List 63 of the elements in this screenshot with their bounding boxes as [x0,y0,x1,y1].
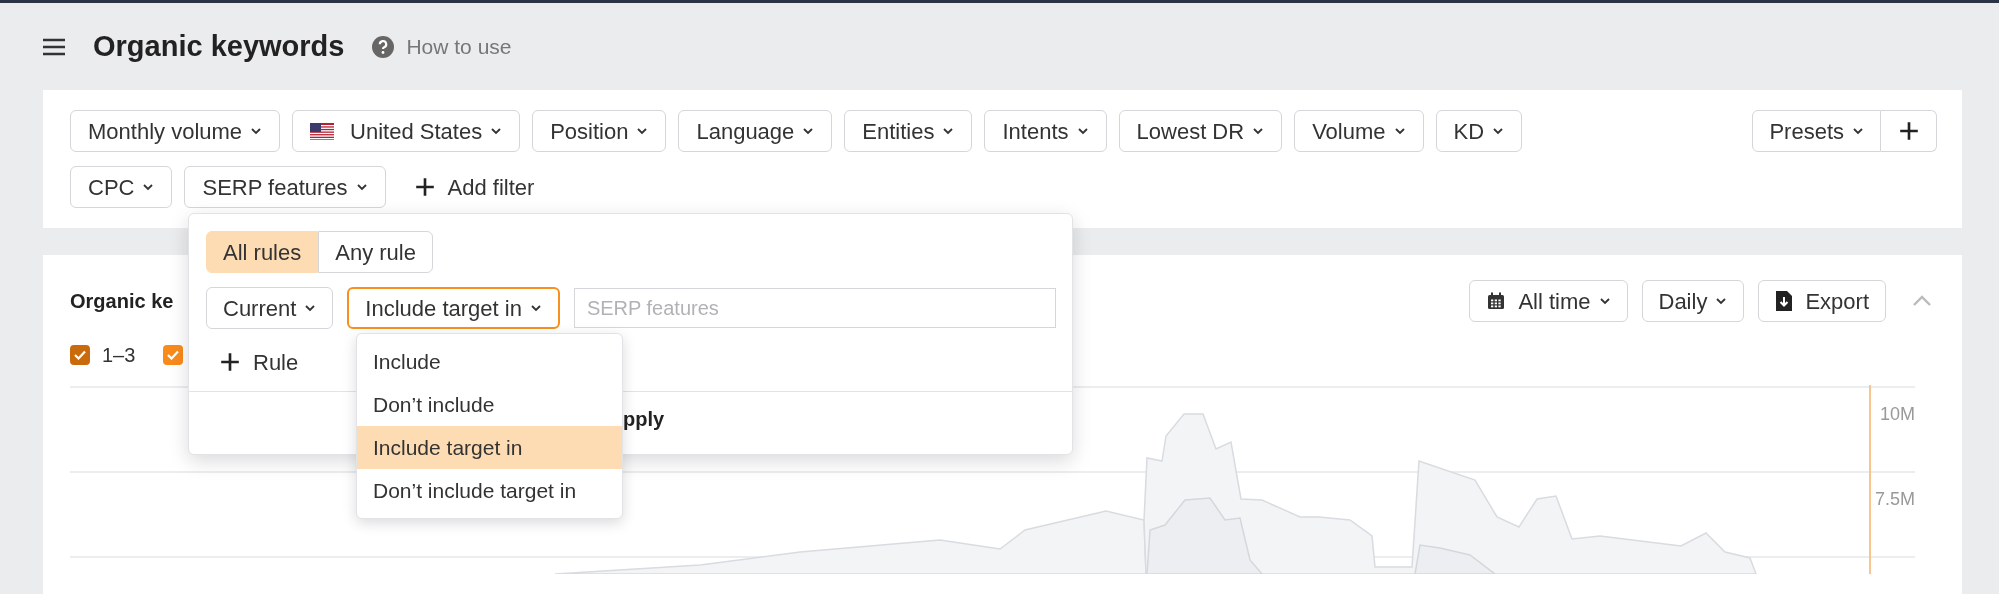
period-dropdown[interactable]: Daily [1641,280,1745,322]
match-tab[interactable]: Any rule [318,231,433,273]
filter-dropdown[interactable]: Language [678,110,833,152]
caret-icon [636,127,649,135]
add-preset-button[interactable] [1881,110,1937,152]
menu-item[interactable]: Don’t include [357,383,622,426]
period-dropdown[interactable]: All time [1469,280,1628,322]
caret-icon [1252,127,1265,135]
filter-dropdown[interactable]: Position [532,110,667,152]
check-icon [74,350,86,360]
presets-dropdown[interactable]: Presets [1752,110,1881,152]
check-icon [167,350,180,360]
caret-icon [802,127,815,135]
apply-button[interactable]: pply [623,403,665,434]
caret-icon [1852,127,1864,135]
caret-icon [1492,127,1505,135]
filter-dropdown[interactable]: Monthly volume [70,110,281,152]
filter-dropdown[interactable]: Volume [1294,110,1424,152]
caret-icon [1715,297,1728,305]
plus-icon [1897,120,1920,142]
download-icon [1775,290,1794,312]
menu-item[interactable]: Include target in [357,426,622,469]
caret-icon [355,183,368,191]
axis-label: 10M [1880,404,1915,424]
caret-icon [529,304,542,312]
axis-label: 7.5M [1874,489,1915,509]
caret-icon [1598,297,1611,305]
legend-checkbox[interactable] [163,345,184,365]
serp-features-field[interactable]: SERP features [573,288,1056,328]
condition-dropdown[interactable]: Include target in [347,287,560,329]
filter-dropdown[interactable]: KD [1435,110,1523,152]
filter-dropdown[interactable]: SERP features [184,166,386,208]
calendar-icon [1486,291,1507,311]
filter-dropdown[interactable]: United States [292,110,521,152]
caret-icon [142,183,155,191]
help-icon [372,35,395,58]
export-button[interactable]: Export [1758,280,1886,322]
page-title: Organic keywords [93,28,345,64]
filter-dropdown[interactable]: Intents [984,110,1107,152]
menu-item[interactable]: Include [357,340,622,383]
scope-dropdown[interactable]: Current [206,287,334,329]
plus-icon [413,176,436,198]
caret-icon [1076,127,1089,135]
menu-item[interactable]: Don’t include target in [357,469,622,512]
add-rule-button[interactable]: Rule [219,341,299,383]
plus-icon [219,351,241,373]
help-link[interactable]: How to use [406,30,512,63]
match-tab[interactable]: All rules [206,231,319,273]
caret-icon [250,127,263,135]
caret-icon [490,127,503,135]
menu-icon[interactable] [43,37,65,56]
caret-icon [1393,127,1406,135]
filter-dropdown[interactable]: Lowest DR [1118,110,1283,152]
panel-title: Organic ke [70,289,174,314]
legend-label: 1–3 [102,343,136,368]
caret-icon [304,304,317,312]
filter-dropdown[interactable]: Entities [844,110,973,152]
flag-icon [310,122,335,140]
add-filter-button[interactable]: Add filter [397,166,551,208]
filter-dropdown[interactable]: CPC [70,166,173,208]
collapse-icon[interactable] [1912,295,1932,307]
legend-checkbox[interactable] [70,345,90,365]
caret-icon [942,127,955,135]
